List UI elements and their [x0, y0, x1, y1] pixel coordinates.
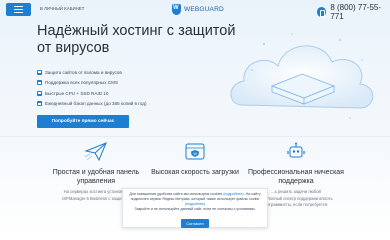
cloud-server-illustration	[230, 33, 374, 119]
phone-block[interactable]: 8 (800) 77-55-771	[317, 3, 390, 21]
brand-logo[interactable]: WEBGUARD	[172, 3, 224, 16]
cookie-more-link[interactable]: (подробнее)	[223, 192, 243, 196]
backup-icon	[37, 101, 42, 107]
feature-list: Защита сайтов от взлома и вирусов Поддер…	[37, 67, 146, 109]
cookie-text: Для повышения удобства сайта мы использу…	[129, 192, 261, 211]
section-divider	[0, 136, 390, 137]
feature-item: Быстрые CPU + SSD RAID 10	[37, 88, 146, 99]
top-bar: В ЛИЧНЫЙ КАБИНЕТ WEBGUARD 8 (800) 77-55-…	[0, 0, 390, 21]
robot-icon	[287, 142, 305, 158]
try-now-button[interactable]: Попробуйте прямо сейчас	[37, 115, 129, 128]
card-text-line: ...ь решить задачи любой	[271, 189, 321, 194]
cms-icon	[37, 80, 42, 86]
paper-plane-icon	[84, 142, 107, 162]
card-text-line: ...т. Полный спектр поддержки вплоть	[259, 195, 333, 201]
browser-shield-icon: W	[185, 143, 205, 160]
shield-logo-icon	[172, 4, 181, 15]
cookie-banner: Для повышения удобства сайта мы использу…	[122, 188, 268, 228]
card-text-line: ISPManager 6 Business с защиты...	[62, 195, 130, 201]
feature-item: Поддержка всех популярных CMS	[37, 78, 146, 89]
menu-button[interactable]	[6, 3, 31, 16]
card-text-line: ...ограммисты, если потребуется.	[263, 202, 329, 207]
svg-text:W: W	[193, 151, 197, 156]
card-text-line: На серверах хостинга установл...	[63, 189, 129, 194]
hero-title: Надёжный хостинг с защитой от вирусов	[37, 23, 236, 56]
phone-icon	[317, 7, 327, 17]
feature-item: Ежедневный бэкап данных (до 365 копий в …	[37, 99, 146, 110]
phone-number[interactable]: 8 (800) 77-55-771	[330, 3, 390, 21]
cookie-accept-button[interactable]: Согласен	[181, 219, 209, 228]
card-title: Профессиональная ническая поддержка	[248, 169, 344, 185]
cpu-icon	[37, 90, 42, 96]
brand-name: WEBGUARD	[184, 6, 224, 13]
feature-item: Защита сайтов от взлома и вирусов	[37, 67, 146, 78]
metrika-more-link[interactable]: (подробнее)	[185, 202, 205, 206]
shield-check-icon	[37, 69, 42, 75]
client-area-link[interactable]: В ЛИЧНЫЙ КАБИНЕТ	[40, 6, 84, 11]
